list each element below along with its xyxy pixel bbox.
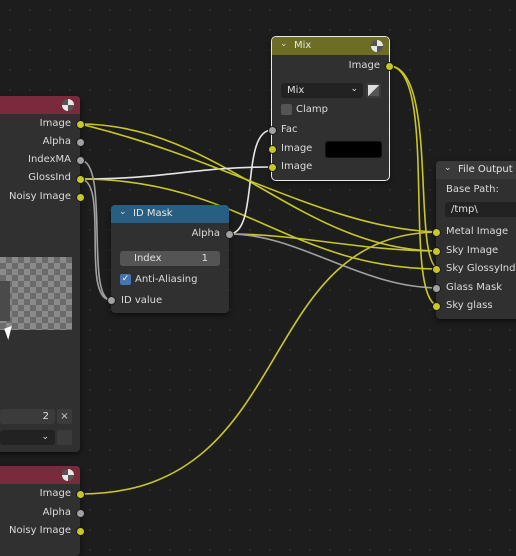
index-label: Index — [134, 253, 162, 264]
blend-mode-dropdown[interactable]: Mix ⌄ — [281, 83, 363, 98]
use-alpha-icon[interactable] — [366, 83, 381, 98]
node-preview-icon[interactable] — [62, 99, 74, 111]
frame-number-value: 2 — [42, 411, 49, 422]
chevron-down-icon: ⌄ — [350, 84, 358, 94]
socket-sky-image-in[interactable] — [432, 247, 441, 256]
id-mask-alpha-label: Alpha — [191, 228, 220, 239]
file-output-title: File Output — [458, 164, 513, 175]
socket-image2-in[interactable] — [268, 163, 277, 172]
socket-sky-glossyind-in[interactable] — [432, 265, 441, 274]
socket-metal-image-in[interactable] — [432, 228, 441, 237]
socket-alpha-out[interactable] — [76, 138, 85, 147]
socket-sky-glass-in[interactable] — [432, 302, 441, 311]
render-layers-node[interactable]: Image Alpha IndexMA GlossInd Noisy Image… — [0, 96, 80, 452]
fac-label: Fac — [281, 124, 298, 135]
mix-node-header[interactable]: ⌄ Mix — [272, 37, 389, 55]
output-alpha-label: Alpha — [42, 507, 71, 518]
base-path-field[interactable]: /tmp\ — [445, 202, 516, 217]
clamp-label: Clamp — [296, 104, 328, 115]
id-value-label: ID value — [121, 295, 163, 306]
mix-output-image-label: Image — [348, 60, 380, 71]
output-glossind-label: GlossInd — [28, 172, 71, 183]
render-layers-node-2[interactable]: Image Alpha Noisy Image — [0, 466, 80, 556]
collapse-chevron-icon[interactable]: ⌄ — [444, 163, 452, 173]
input-sky-glass-label: Sky glass — [446, 300, 493, 311]
socket-image-out-2[interactable] — [76, 490, 85, 499]
preview-object — [0, 281, 10, 321]
id-mask-node[interactable]: ⌄ ID Mask Alpha Index 1 ✓ Anti-Aliasing … — [111, 205, 229, 313]
chevron-down-icon: ⌄ — [41, 432, 49, 442]
index-field[interactable]: Index 1 — [120, 251, 220, 266]
base-path-label: Base Path: — [446, 184, 499, 195]
socket-fac-in[interactable] — [268, 126, 277, 135]
anti-aliasing-checkbox[interactable]: ✓ — [120, 274, 131, 285]
socket-noisy-image-out-2[interactable] — [76, 527, 85, 536]
frame-number-field[interactable]: 2 — [0, 409, 55, 424]
link-mix-to-sky-glossyind — [388, 65, 441, 270]
id-mask-header[interactable]: ⌄ ID Mask — [111, 205, 229, 223]
collapse-chevron-icon[interactable]: ⌄ — [280, 39, 288, 49]
mix-node-title: Mix — [294, 40, 312, 51]
render-layers-header[interactable] — [0, 96, 80, 114]
socket-alpha-out-2[interactable] — [76, 509, 85, 518]
image2-label: Image — [281, 161, 313, 172]
image1-label: Image — [281, 143, 313, 154]
id-mask-title: ID Mask — [133, 208, 173, 219]
blend-mode-value: Mix — [287, 85, 305, 96]
node-preview-icon[interactable] — [62, 469, 74, 481]
link-alpha-to-fac — [228, 129, 273, 235]
close-icon[interactable]: × — [57, 409, 72, 424]
image-preview — [0, 257, 72, 341]
link-alpha-to-sky-image — [228, 233, 441, 252]
socket-image1-in[interactable] — [268, 145, 277, 154]
socket-id-alpha-out[interactable] — [225, 230, 234, 239]
socket-glass-mask-in[interactable] — [432, 284, 441, 293]
input-sky-image-label: Sky Image — [446, 245, 499, 256]
output-image-label: Image — [39, 488, 71, 499]
layer-select-dropdown[interactable]: ⌄ — [0, 430, 55, 445]
clamp-checkbox[interactable] — [281, 104, 292, 115]
output-noisy-image-label: Noisy Image — [8, 191, 71, 202]
file-output-node[interactable]: ⌄ File Output Base Path: /tmp\ Metal Ima… — [436, 161, 516, 319]
socket-image-out[interactable] — [76, 120, 85, 129]
socket-indexma-out[interactable] — [76, 156, 85, 165]
input-metal-image-label: Metal Image — [446, 226, 509, 237]
node-preview-icon[interactable] — [371, 40, 383, 52]
color-swatch[interactable] — [325, 141, 382, 158]
socket-id-value-in[interactable] — [107, 296, 116, 305]
link-alpha-to-glass-mask — [228, 233, 441, 289]
output-image-label: Image — [39, 118, 71, 129]
socket-mix-image-out[interactable] — [385, 62, 394, 71]
base-path-value: /tmp\ — [451, 204, 478, 215]
collapse-chevron-icon[interactable]: ⌄ — [119, 207, 127, 217]
socket-glossind-out[interactable] — [76, 175, 85, 184]
link-glossind-to-mix-image — [79, 166, 273, 180]
output-indexma-label: IndexMA — [28, 154, 71, 165]
mix-node[interactable]: ⌄ Mix Image Mix ⌄ Clamp Fac Image Image — [271, 36, 390, 181]
output-alpha-label: Alpha — [42, 136, 71, 147]
file-output-header[interactable]: ⌄ File Output — [436, 161, 516, 179]
socket-noisy-image-out[interactable] — [76, 193, 85, 202]
mouse-cursor-icon — [4, 325, 16, 341]
browse-icon[interactable] — [57, 430, 72, 445]
output-noisy-image-label: Noisy Image — [8, 525, 71, 536]
index-value: 1 — [201, 253, 208, 264]
input-sky-glossyind-label: Sky GlossyInd — [446, 263, 516, 274]
anti-aliasing-label: Anti-Aliasing — [135, 274, 198, 285]
input-glass-mask-label: Glass Mask — [446, 282, 503, 293]
render-layers-2-header[interactable] — [0, 466, 80, 484]
